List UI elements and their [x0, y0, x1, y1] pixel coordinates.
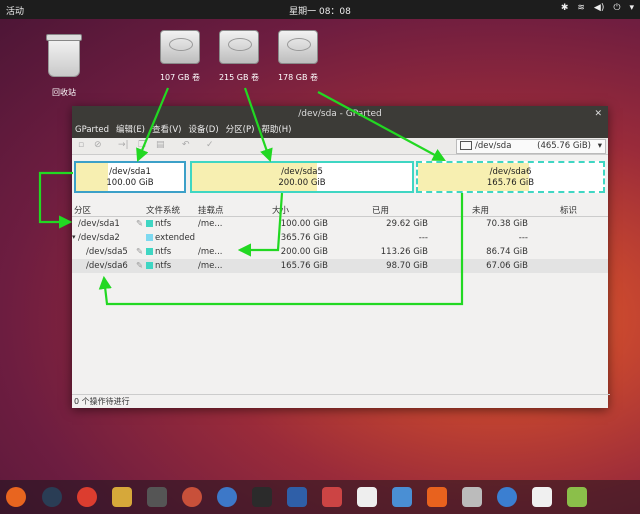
media-icon[interactable]	[357, 487, 377, 507]
annotation-arrows	[38, 87, 464, 306]
camera-icon[interactable]	[42, 487, 62, 507]
arrow-sda5-to-row	[237, 192, 284, 257]
gear-icon[interactable]	[182, 487, 202, 507]
archive-icon[interactable]	[322, 487, 342, 507]
document-icon[interactable]	[392, 487, 412, 507]
terminal-icon[interactable]	[252, 487, 272, 507]
photos-icon[interactable]	[287, 487, 307, 507]
arrow-sda1-loop	[38, 171, 73, 229]
chrome-icon[interactable]	[77, 487, 97, 507]
arrow-178gb-to-sda6	[317, 91, 446, 162]
scan-icon[interactable]	[567, 487, 587, 507]
help-icon[interactable]	[497, 487, 517, 507]
editor-icon[interactable]	[112, 487, 132, 507]
arrow-sda6-to-row	[98, 193, 464, 306]
settings-icon[interactable]	[147, 487, 167, 507]
amazon-icon[interactable]	[532, 487, 552, 507]
dock	[0, 480, 640, 514]
software-icon[interactable]	[427, 487, 447, 507]
arrow-107gb-to-sda1	[136, 87, 170, 163]
firefox-icon[interactable]	[6, 487, 26, 507]
appgrid-icon[interactable]	[217, 487, 237, 507]
arrow-215gb-to-sda5	[243, 87, 273, 163]
camera2-icon[interactable]	[462, 487, 482, 507]
